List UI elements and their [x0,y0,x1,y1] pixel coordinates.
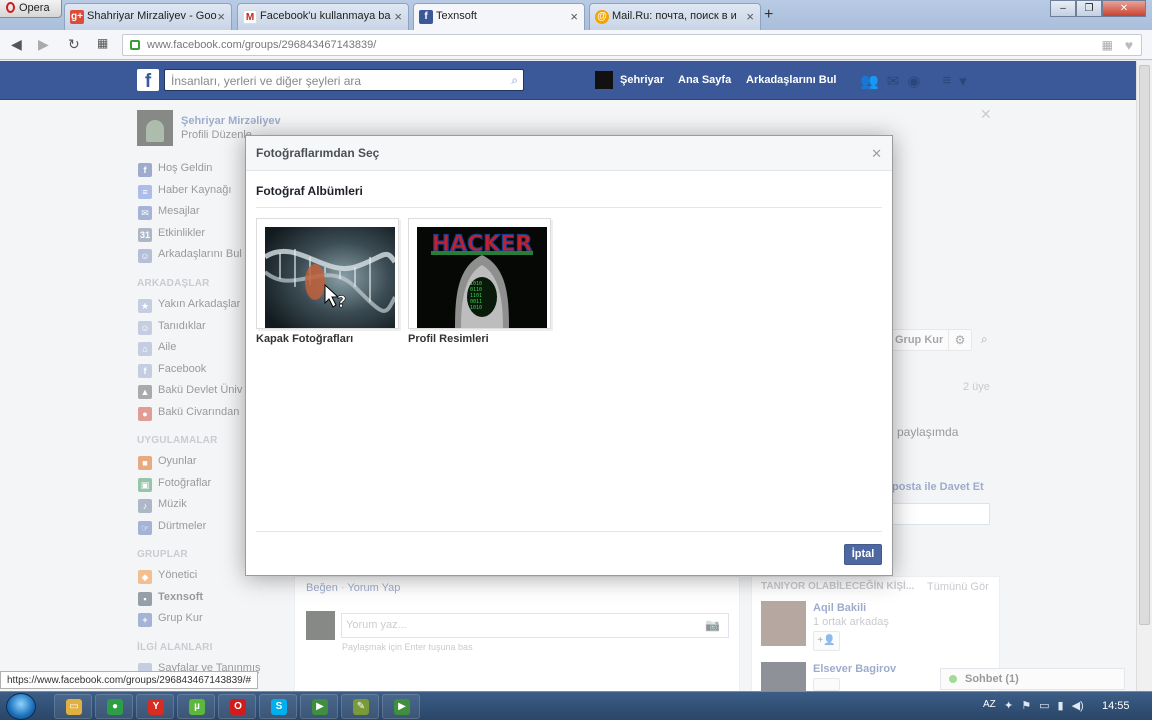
bookmark-heart-icon[interactable]: ♥ [1125,37,1133,53]
page-scrollbar[interactable] [1136,61,1152,691]
opera-icon: O [230,699,246,715]
divider [256,207,882,208]
chrome-icon: ● [107,699,123,715]
tab-label: Mail.Ru: почта, поиск в и [612,10,737,22]
extensions-icon[interactable]: ▦ [1102,38,1113,52]
opera-menu-label: Opera [19,2,50,14]
close-window-button[interactable]: ✕ [1102,0,1146,17]
taskbar-app-button[interactable]: S [259,694,297,719]
messages-jewel-icon[interactable]: ✉ [887,72,900,90]
back-arrow-icon[interactable]: ◀ [11,36,22,53]
taskbar-app-button[interactable]: O [218,694,256,719]
camtasia-icon: ▶ [312,699,328,715]
new-tab-button[interactable]: + [764,6,773,24]
svg-text:1010: 1010 [470,305,482,311]
photo-picker-dialog: Fotoğraflarımdan Seç ✕ Fotoğraf Albümler… [245,135,893,576]
google-plus-icon: g+ [70,10,84,24]
taskbar-app-button[interactable]: Y [136,694,174,719]
taskbar-app-button[interactable]: ✎ [341,694,379,719]
url-field[interactable]: www.facebook.com/groups/296843467143839/… [122,34,1142,56]
close-icon[interactable]: ✕ [871,146,882,162]
yandex-icon: Y [148,699,164,715]
divider [256,531,882,532]
minimize-button[interactable]: – [1050,0,1076,17]
notifications-globe-icon[interactable]: ◉ [907,72,920,90]
tab-label: Facebook'u kullanmaya ba [260,10,391,22]
tab-close-icon[interactable]: × [394,9,402,24]
taskbar-app-button[interactable]: µ [177,694,215,719]
window-controls: – ❐ ✕ [1050,0,1146,17]
reload-icon[interactable]: ↻ [68,36,80,53]
explorer-icon: ▭ [66,699,82,715]
start-button[interactable] [6,693,36,720]
dialog-header: Fotoğraflarımdan Seç ✕ [246,136,892,171]
dialog-title: Fotoğraflarımdan Seç [256,146,380,160]
tab-close-icon[interactable]: × [217,9,225,24]
forward-arrow-icon[interactable]: ▶ [38,36,49,53]
mailru-icon: @ [595,10,609,24]
album-label[interactable]: Profil Resimleri [408,333,489,345]
svg-text:?: ? [337,292,346,311]
opera-logo-icon [6,2,15,13]
maximize-button[interactable]: ❐ [1076,0,1102,17]
tray-display-icon[interactable]: ▭ [1039,699,1049,712]
opera-menu-button[interactable]: Opera [0,0,62,18]
address-bar: ◀ ▶ ↻ ▦ www.facebook.com/groups/29684346… [0,30,1152,60]
friend-requests-icon[interactable]: 👥 [860,72,879,90]
taskbar-app-button[interactable]: ▶ [382,694,420,719]
tab-label: Shahriyar Mirzaliyev - Goo [87,10,217,22]
utorrent-icon: µ [189,699,205,715]
link-status-bar: https://www.facebook.com/groups/29684346… [0,671,259,689]
header-profile-link[interactable]: Şehriyar [620,74,664,86]
tray-app-icon[interactable]: ✦ [1004,699,1013,712]
search-icon[interactable]: ⌕ [511,73,518,88]
hacker-profile-image[interactable]: HACKER 1010 0110 1101 0011 1010 [417,227,547,328]
notepad-icon: ✎ [353,699,369,715]
header-avatar[interactable] [595,71,613,89]
language-indicator[interactable]: AZ [983,699,996,710]
tab-close-icon[interactable]: × [570,9,578,24]
tab-mailru[interactable]: @ Mail.Ru: почта, поиск в и × [589,3,761,30]
album-thumbnail-frame[interactable]: HACKER 1010 0110 1101 0011 1010 [408,218,551,329]
tab-google-plus[interactable]: g+ Shahriyar Mirzaliyev - Goo × [64,3,232,30]
search-placeholder: İnsanları, yerleri ve diğer şeyleri ara [171,74,362,88]
windows-taskbar: ▭ ● Yµ O S ▶ ✎ ▶ AZ ✦ ⚑ ▭ ▮ ◀) 14:55 [0,691,1152,720]
cancel-button[interactable]: İptal [844,544,882,565]
taskbar-app-button[interactable]: ▭ [54,694,92,719]
url-text: www.facebook.com/groups/296843467143839/ [147,39,377,51]
album-label[interactable]: Kapak Fotoğrafları [256,333,353,345]
skype-icon: S [271,699,287,715]
secure-lock-icon [130,40,140,50]
tray-flag-icon[interactable]: ⚑ [1021,699,1031,712]
privacy-shortcuts-icon[interactable]: ≡ [942,72,951,90]
tab-label: Texnsoft [436,10,477,22]
settings-dropdown-icon[interactable]: ▾ [959,72,967,90]
albums-heading: Fotoğraf Albümleri [256,184,363,198]
taskbar-app-button[interactable]: ▶ [300,694,338,719]
facebook-header: f İnsanları, yerleri ve diğer şeyleri ar… [0,61,1136,100]
facebook-search-input[interactable]: İnsanları, yerleri ve diğer şeyleri ara … [164,69,524,91]
clock[interactable]: 14:55 [1102,700,1130,712]
header-jewels: 👥 ✉ ◉ ≡ ▾ [860,72,967,90]
header-find-friends-link[interactable]: Arkadaşlarını Bul [746,74,836,86]
network-icon[interactable]: ▮ [1058,699,1064,712]
system-tray: ✦ ⚑ ▭ ▮ ◀) [1004,699,1084,712]
tab-gmail[interactable]: M Facebook'u kullanmaya ba × [237,3,409,30]
volume-icon[interactable]: ◀) [1072,699,1084,712]
header-home-link[interactable]: Ana Sayfa [678,74,731,86]
tab-close-icon[interactable]: × [746,9,754,24]
tab-texnsoft[interactable]: f Texnsoft × [413,3,585,30]
facebook-icon: f [419,10,433,24]
scrollbar-thumb[interactable] [1139,65,1150,625]
taskbar-app-button[interactable]: ● [95,694,133,719]
speed-dial-grid-icon[interactable]: ▦ [97,36,108,50]
dna-cover-image[interactable]: ? [265,227,395,328]
gmail-icon: M [243,10,257,24]
recorder-icon: ▶ [394,699,410,715]
facebook-logo[interactable]: f [137,69,159,92]
album-thumbnail-frame[interactable]: ? [256,218,399,329]
browser-tab-bar: Opera g+ Shahriyar Mirzaliyev - Goo × M … [0,0,1152,30]
